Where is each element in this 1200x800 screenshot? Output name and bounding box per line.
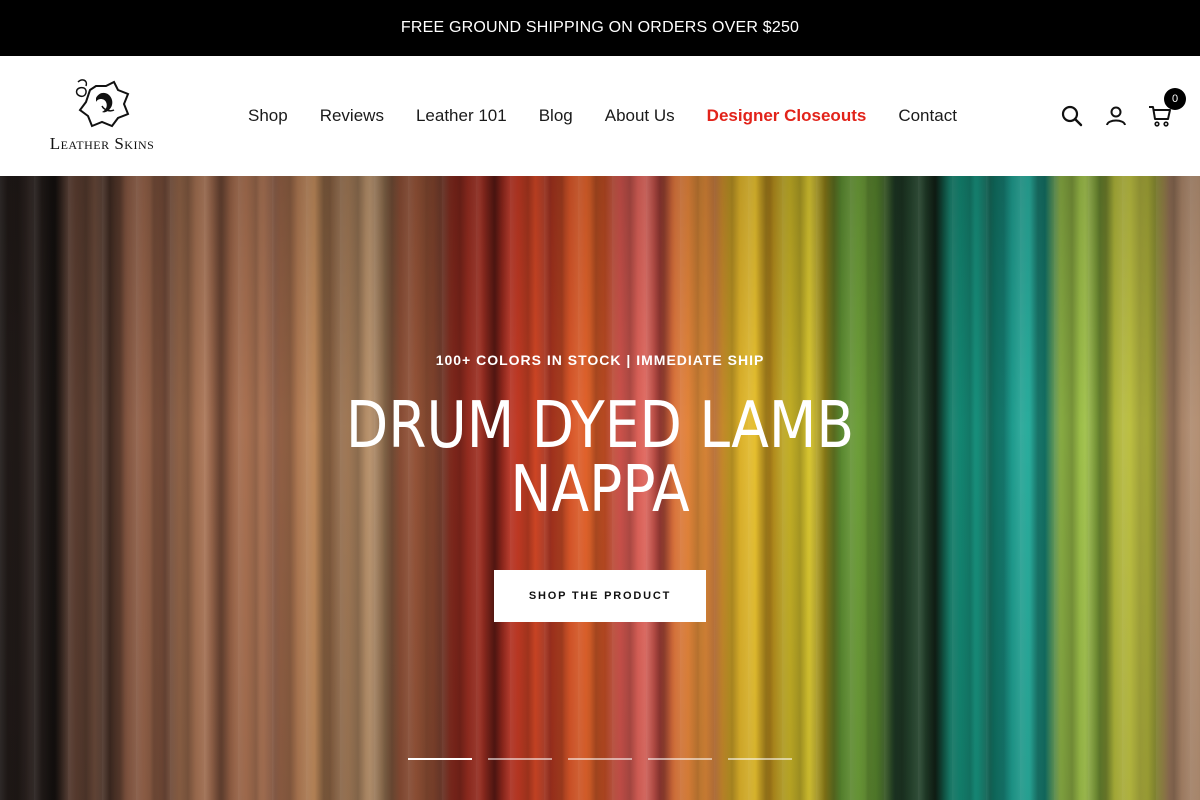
slide-dot-2[interactable] — [488, 758, 552, 760]
logo[interactable]: Leather Skins — [40, 76, 164, 158]
search-button[interactable] — [1060, 104, 1084, 128]
hero-slideshow: 100+ COLORS IN STOCK | IMMEDIATE SHIP DR… — [0, 176, 1200, 800]
search-icon — [1061, 105, 1083, 127]
slide-dot-3[interactable] — [568, 758, 632, 760]
nav-item-about-us[interactable]: About Us — [589, 106, 691, 126]
hero-eyebrow: 100+ COLORS IN STOCK | IMMEDIATE SHIP — [435, 352, 765, 368]
main-nav: Shop Reviews Leather 101 Blog About Us D… — [232, 56, 973, 176]
nav-item-designer-closeouts[interactable]: Designer Closeouts — [691, 106, 883, 126]
slide-dot-5[interactable] — [728, 758, 792, 760]
nav-item-shop[interactable]: Shop — [232, 106, 304, 126]
account-button[interactable] — [1104, 104, 1128, 128]
nav-item-leather-101[interactable]: Leather 101 — [400, 106, 523, 126]
header-icons: 0 — [1060, 56, 1186, 176]
cart-button[interactable]: 0 — [1148, 88, 1186, 128]
site-header: Leather Skins Shop Reviews Leather 101 B… — [0, 56, 1200, 176]
logo-emblem-icon — [75, 79, 130, 128]
logo-text: Leather Skins — [49, 134, 155, 153]
nav-item-reviews[interactable]: Reviews — [304, 106, 400, 126]
slide-dot-1[interactable] — [408, 758, 472, 760]
announcement-text: FREE GROUND SHIPPING ON ORDERS OVER $250 — [400, 19, 800, 36]
slide-dot-4[interactable] — [648, 758, 712, 760]
hero-content: 100+ COLORS IN STOCK | IMMEDIATE SHIP DR… — [0, 176, 1200, 800]
nav-item-blog[interactable]: Blog — [523, 106, 589, 126]
account-icon — [1106, 106, 1126, 126]
nav-item-contact[interactable]: Contact — [882, 106, 973, 126]
cart-count-badge: 0 — [1164, 88, 1186, 110]
slide-indicators — [408, 758, 792, 762]
shop-the-product-button[interactable]: SHOP THE PRODUCT — [494, 570, 706, 622]
announcement-bar: FREE GROUND SHIPPING ON ORDERS OVER $250 — [0, 0, 1200, 56]
hero-title: DRUM DYED LAMB NAPPA — [345, 389, 855, 527]
